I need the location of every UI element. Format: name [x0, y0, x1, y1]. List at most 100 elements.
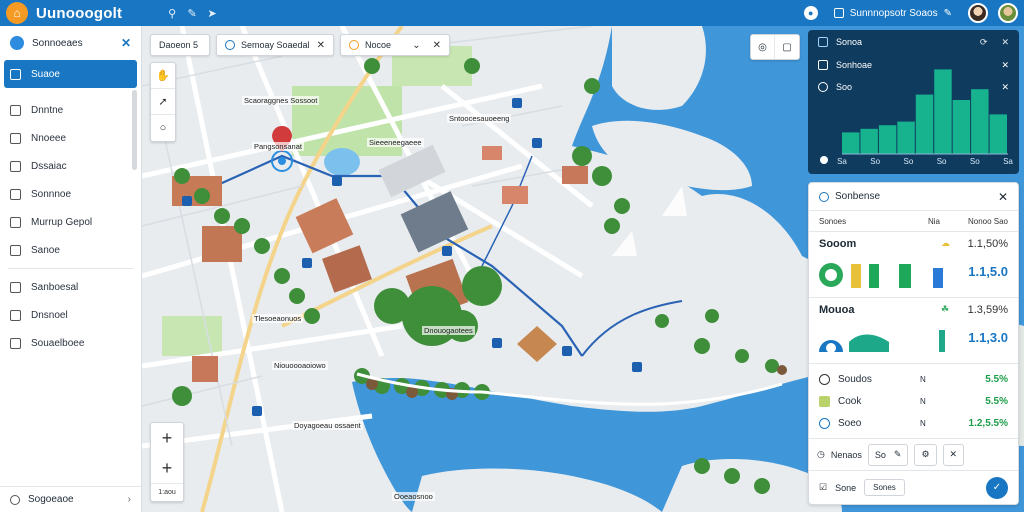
header-chip[interactable]: Sunnnopsotr Soaos ✎: [828, 8, 958, 19]
building: [562, 166, 588, 184]
sidebar-item-label: Dssaiac: [31, 160, 67, 172]
sidebar-item-8[interactable]: Dnsnoel: [0, 301, 141, 329]
column-header: Sonoes: [819, 216, 847, 226]
top-bar: ⌂ Uunooogolt ⚲ ✎ ➤ ● Sunnnopsotr Soaos ✎: [0, 0, 1024, 26]
building: [192, 356, 218, 382]
pin-icon[interactable]: ➤: [202, 7, 222, 20]
search-chip-2[interactable]: Semoay Soaedal ✕: [216, 34, 334, 56]
map-label: Ooeaosnoo: [392, 492, 435, 501]
map-label: Pangsonsanat: [252, 142, 304, 151]
detail-card-header: Sonbense ✕: [809, 183, 1018, 211]
sidebar-item-0[interactable]: Suaoe: [4, 60, 137, 88]
sidebar-item-1[interactable]: Dnntne: [0, 96, 141, 124]
circle-tool-icon[interactable]: ○: [151, 115, 175, 141]
app-logo[interactable]: ⌂: [6, 2, 28, 24]
detail-footer: ☑ Sone Sones ✓: [809, 470, 1018, 504]
sidebar-item-5[interactable]: Murrup Gepol: [0, 208, 141, 236]
edit-icon: [10, 160, 21, 172]
sidebar-item-6[interactable]: Sanoe: [0, 236, 141, 264]
sidebar-item-label: Sanboesal: [31, 281, 79, 293]
map-label: Dnouogaotees: [422, 326, 475, 335]
layers-icon: [10, 216, 21, 228]
refresh-icon[interactable]: ⟳: [980, 37, 988, 48]
sidebar-item-7[interactable]: Sanboesal: [0, 273, 141, 301]
chart-bar: [878, 125, 897, 154]
sidebar-item-2[interactable]: Nnoeee: [0, 124, 141, 152]
line-mid: N: [920, 374, 926, 384]
leaf-icon: ☘: [941, 304, 950, 314]
detail-section-2[interactable]: Mouoa ☘ 1.3,59% 1.1,3.0: [809, 297, 1018, 363]
edit-icon[interactable]: ✎: [944, 8, 952, 19]
chart-bar: [952, 100, 971, 154]
sidebar-item-3[interactable]: Dssaiac: [0, 152, 141, 180]
tag-icon: [10, 281, 21, 293]
map-label: Doyagoeau ossaent: [292, 421, 363, 430]
footer-label: Sone: [835, 482, 857, 493]
close-icon[interactable]: ✕: [1001, 37, 1009, 48]
sidebar-item-label: Murrup Gepol: [31, 216, 93, 228]
chart-x-label: So: [970, 157, 980, 166]
chart-x-label: Sa: [837, 157, 847, 166]
search-icon[interactable]: ⚲: [162, 7, 182, 20]
chevron-right-icon[interactable]: ›: [128, 494, 131, 505]
square-icon: [10, 104, 21, 116]
sidebar-item-9[interactable]: Souaelboee: [0, 329, 141, 357]
settings-icon: [10, 494, 20, 505]
close-icon[interactable]: ✕: [998, 190, 1008, 204]
search-chip-1[interactable]: Daoeon 5: [150, 34, 210, 56]
notification-icon[interactable]: ●: [803, 6, 818, 20]
line-value: 5.5%: [985, 373, 1008, 385]
footer-button[interactable]: Sones: [864, 479, 905, 496]
avatar[interactable]: [968, 3, 988, 23]
building: [482, 146, 502, 160]
line-label: Cook: [838, 395, 862, 407]
hand-tool-icon[interactable]: ✋: [151, 63, 175, 89]
chart-bar: [842, 132, 860, 154]
tools-input[interactable]: So ✎: [867, 443, 909, 466]
fullscreen-icon[interactable]: ▢: [775, 35, 799, 59]
tools-input-value: So: [874, 449, 886, 460]
clock-icon: ◷: [817, 449, 825, 459]
sidebar-header: Sonnoeaes ✕: [0, 26, 141, 60]
close-icon[interactable]: ✕: [433, 40, 441, 51]
confirm-button[interactable]: ✓: [986, 476, 1008, 499]
target-icon[interactable]: ◎: [751, 35, 775, 59]
close-icon[interactable]: ✕: [317, 40, 325, 51]
detail-line[interactable]: Soeo N 1.2,5.5%: [809, 412, 1018, 434]
settings-button[interactable]: ⚙: [914, 443, 937, 466]
map-label: Scaoraggnes Sossoot: [242, 96, 320, 105]
sidebar-item-label: Nnoeee: [31, 132, 67, 144]
pointer-tool-icon[interactable]: ➚: [151, 89, 175, 115]
detail-section-1[interactable]: Sooom ☁ 1.1,50% 1.1,5.0: [809, 231, 1018, 297]
edit-icon[interactable]: ✎: [894, 449, 902, 460]
avatar-secondary[interactable]: [998, 3, 1018, 23]
chart-bar: [915, 94, 934, 154]
zoom-out-button[interactable]: +: [151, 453, 183, 483]
close-button[interactable]: ✕: [942, 443, 965, 466]
zoom-in-button[interactable]: +: [151, 423, 183, 453]
detail-line[interactable]: Cook N 5.5%: [809, 390, 1018, 412]
sidebar-item-4[interactable]: Sonnnoe: [0, 180, 141, 208]
chart-bar: [934, 69, 952, 154]
section-big-value: 1.1,5.0: [968, 264, 1008, 279]
detail-line[interactable]: Soudos N 5.5%: [809, 368, 1018, 390]
collapse-icon[interactable]: ✕: [121, 36, 131, 50]
building: [502, 186, 528, 204]
search-chip-3[interactable]: Nocoe ⌄ ✕: [340, 34, 450, 56]
pencil-icon[interactable]: ✎: [182, 7, 202, 20]
sidebar-scrollbar[interactable]: [132, 90, 137, 170]
brand-dot-icon: [10, 36, 24, 50]
detail-columns: Sonoes Nia Nonoo Sao: [809, 211, 1018, 231]
sidebar-item-label: Dnntne: [31, 104, 64, 116]
map-tools: ✋ ➚ ○: [150, 62, 176, 142]
sidebar-footer[interactable]: Sogoeaoe ›: [0, 486, 141, 512]
chart-bar: [971, 89, 989, 154]
checkbox-icon[interactable]: ☑: [819, 482, 827, 493]
circle-icon: [819, 417, 830, 429]
chevron-down-icon[interactable]: ⌄: [412, 40, 420, 51]
chip-label: Daoeon 5: [159, 40, 199, 50]
chart-legend-dot: [820, 156, 828, 164]
line-label: Soeo: [838, 417, 862, 429]
sidebar-item-label: Suaoe: [31, 68, 60, 80]
sidebar-item-label: Souaelboee: [31, 337, 85, 349]
